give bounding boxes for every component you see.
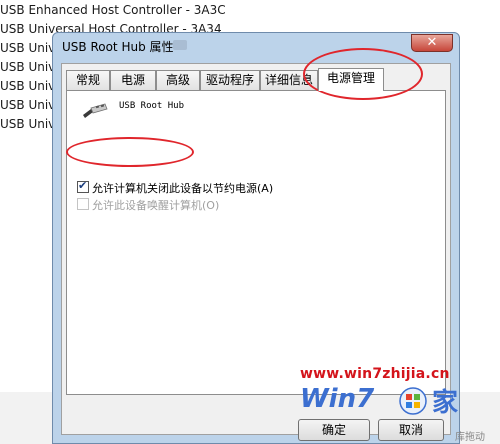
windows-globe-icon bbox=[399, 387, 427, 415]
watermark-logo: Win7 bbox=[300, 384, 375, 414]
tab-power[interactable]: 电源 bbox=[110, 70, 156, 90]
tab-driver[interactable]: 驱动程序 bbox=[200, 70, 260, 90]
title-blur-mark bbox=[173, 40, 187, 50]
allow-power-off-label: 允许计算机关闭此设备以节约电源(A) bbox=[92, 182, 274, 195]
cancel-button[interactable]: 取消 bbox=[378, 419, 444, 441]
device-name: USB Root Hub bbox=[119, 101, 185, 111]
dialog-title: USB Root Hub 属性 bbox=[62, 40, 174, 54]
watermark-logo-suffix: 家 bbox=[432, 388, 459, 418]
allow-wake-label: 允许此设备唤醒计算机(O) bbox=[92, 199, 220, 212]
close-icon: ✕ bbox=[426, 35, 438, 50]
usb-plug-icon bbox=[83, 103, 108, 118]
tab-general[interactable]: 常规 bbox=[66, 70, 110, 90]
tab-panel-power-management: USB Root Hub ✔ 允许计算机关闭此设备以节约电源(A) 允许此设备唤醒… bbox=[66, 90, 446, 395]
device-list-item[interactable]: USB Enhanced Host Controller - 3A3C bbox=[0, 3, 226, 17]
watermark-tail-text: 库拖动 bbox=[455, 432, 485, 443]
tab-details[interactable]: 详细信息 bbox=[260, 70, 318, 90]
close-button[interactable]: ✕ bbox=[411, 34, 453, 52]
allow-wake-option: 允许此设备唤醒计算机(O) bbox=[77, 197, 219, 213]
properties-dialog: USB Root Hub 属性 ✕ 常规 电源 高级 驱动程序 详细信息 电源管… bbox=[52, 32, 460, 444]
allow-power-off-option[interactable]: ✔ 允许计算机关闭此设备以节约电源(A) bbox=[77, 179, 274, 196]
dialog-titlebar[interactable]: USB Root Hub 属性 ✕ bbox=[53, 33, 459, 57]
tab-power-management[interactable]: 电源管理 bbox=[318, 68, 384, 91]
checkbox-checked-icon[interactable]: ✔ bbox=[77, 179, 89, 193]
watermark-url: www.win7zhijia.cn bbox=[300, 366, 450, 382]
ok-button[interactable]: 确定 bbox=[298, 419, 370, 441]
checkbox-unchecked-icon bbox=[77, 198, 89, 210]
tab-advanced[interactable]: 高级 bbox=[156, 70, 200, 90]
